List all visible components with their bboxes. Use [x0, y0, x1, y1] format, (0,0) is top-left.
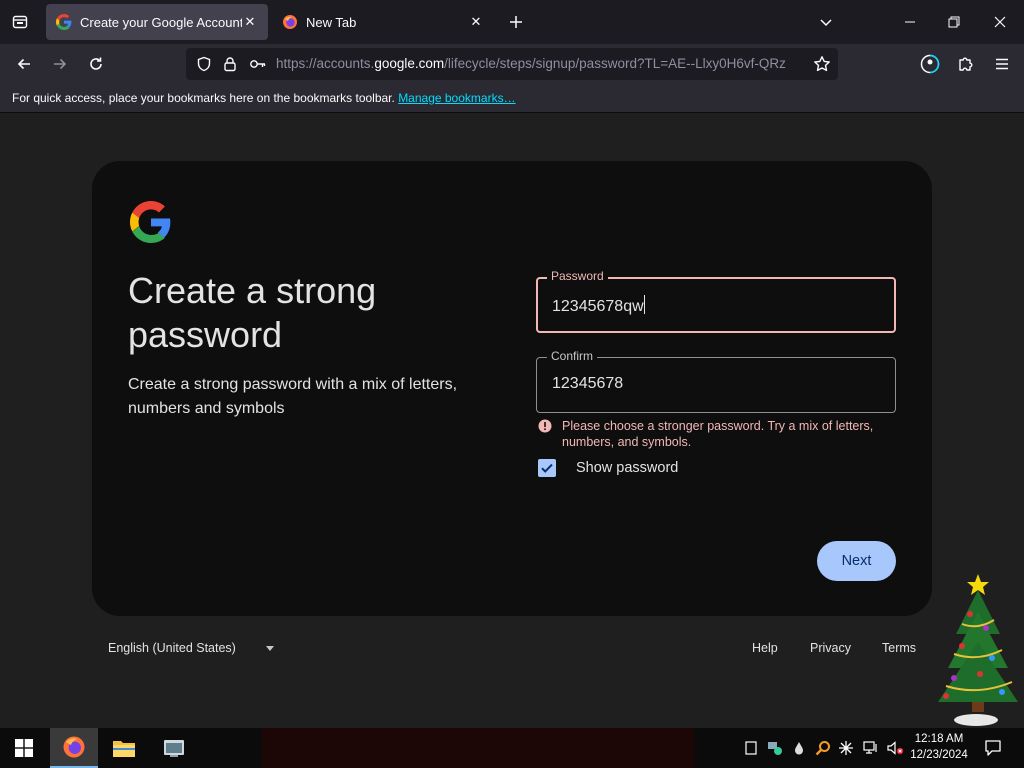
- plus-icon: [510, 16, 522, 28]
- taskbar-background: [262, 728, 694, 768]
- checkmark-icon: [541, 463, 553, 473]
- google-favicon-icon: [56, 14, 72, 30]
- firefox-view-button[interactable]: [6, 8, 34, 36]
- page-content: Create a strong password Create a strong…: [0, 113, 1024, 728]
- page-subtitle: Create a strong password with a mix of l…: [128, 376, 458, 417]
- taskbar-firefox[interactable]: [50, 728, 98, 768]
- password-input[interactable]: 12345678qw: [552, 295, 645, 316]
- notification-icon: [985, 740, 1001, 756]
- tab-title: Create your Google Account: [80, 14, 242, 30]
- url-path: /lifecycle/steps/signup/password?TL=AE--…: [444, 56, 786, 71]
- password-value: 12345678qw: [552, 298, 644, 315]
- language-label: English (United States): [108, 641, 236, 655]
- arrow-right-icon: [54, 58, 67, 70]
- lock-icon[interactable]: [220, 54, 240, 74]
- close-tab-icon[interactable]: ✕: [468, 14, 484, 30]
- firefox-view-icon: [12, 15, 28, 29]
- password-label: Password: [547, 269, 608, 283]
- bookmark-star-icon[interactable]: [812, 54, 832, 74]
- confirm-password-field[interactable]: Confirm 12345678: [536, 349, 896, 413]
- close-tab-icon[interactable]: ✕: [242, 14, 258, 30]
- tab-new-tab[interactable]: New Tab ✕: [272, 4, 494, 40]
- navigation-toolbar: https://accounts.google.com/lifecycle/st…: [0, 44, 1024, 84]
- clock-time: 12:18 AM: [914, 733, 964, 745]
- restore-button[interactable]: [934, 6, 974, 38]
- url-host: google.com: [374, 56, 445, 71]
- taskbar-clock[interactable]: 12:18 AM 12/23/2024: [906, 731, 972, 763]
- bookmarks-hint: For quick access, place your bookmarks h…: [12, 91, 399, 105]
- privacy-link[interactable]: Privacy: [810, 641, 851, 655]
- minimize-button[interactable]: [890, 6, 930, 38]
- error-text: Please choose a stronger password. Try a…: [562, 419, 874, 449]
- help-link[interactable]: Help: [752, 641, 778, 655]
- next-button[interactable]: Next: [817, 541, 896, 581]
- confirm-label: Confirm: [547, 349, 598, 363]
- terms-link[interactable]: Terms: [882, 641, 916, 655]
- windows-logo-icon: [15, 739, 33, 757]
- forward-button[interactable]: [46, 50, 74, 78]
- error-icon: [538, 419, 552, 433]
- tray-droplet-icon[interactable]: [790, 728, 808, 768]
- key-icon[interactable]: [248, 54, 268, 74]
- close-window-button[interactable]: [980, 6, 1020, 38]
- taskbar-app[interactable]: [150, 728, 198, 768]
- page-footer: English (United States) Help Privacy Ter…: [92, 633, 932, 663]
- tab-google-account[interactable]: Create your Google Account ✕: [46, 4, 268, 40]
- app-window-icon: [164, 740, 184, 757]
- taskbar-file-explorer[interactable]: [100, 728, 148, 768]
- manage-bookmarks-link[interactable]: Manage bookmarks…: [398, 91, 515, 105]
- show-password-toggle[interactable]: Show password: [538, 459, 678, 477]
- signup-card: Create a strong password Create a strong…: [92, 161, 932, 616]
- clock-date: 12/23/2024: [910, 749, 968, 761]
- chevron-down-icon: [820, 19, 832, 27]
- password-error-message: Please choose a stronger password. Try a…: [536, 418, 896, 450]
- url-text[interactable]: https://accounts.google.com/lifecycle/st…: [276, 56, 800, 74]
- dropdown-arrow-icon: [265, 645, 274, 651]
- back-button[interactable]: [10, 50, 38, 78]
- list-all-tabs-button[interactable]: [812, 8, 840, 36]
- close-icon: [994, 16, 1006, 28]
- show-password-checkbox[interactable]: [538, 459, 556, 477]
- windows-taskbar: 12:18 AM 12/23/2024: [0, 728, 1024, 768]
- minimize-icon: [905, 21, 915, 23]
- tray-asterisk-icon[interactable]: [836, 728, 856, 768]
- tray-search-icon[interactable]: [812, 728, 834, 768]
- hamburger-menu-icon: [996, 58, 1008, 70]
- new-tab-button[interactable]: [502, 8, 530, 36]
- address-bar[interactable]: https://accounts.google.com/lifecycle/st…: [186, 48, 838, 80]
- show-password-label: Show password: [576, 460, 679, 476]
- arrow-left-icon: [17, 58, 30, 70]
- tray-network-status-icon[interactable]: [860, 728, 882, 768]
- bookmarks-toolbar: For quick access, place your bookmarks h…: [0, 84, 1024, 113]
- page-title: Create a strong password: [128, 270, 377, 355]
- puzzle-icon: [959, 57, 973, 71]
- reload-button[interactable]: [82, 50, 110, 78]
- password-field[interactable]: Password 12345678qw: [536, 269, 896, 333]
- reload-icon: [90, 57, 102, 70]
- action-center-button[interactable]: [978, 728, 1008, 768]
- confirm-input[interactable]: 12345678: [552, 375, 623, 393]
- google-logo-icon: [130, 201, 171, 243]
- tab-title: New Tab: [306, 14, 357, 30]
- account-button[interactable]: [916, 50, 944, 78]
- shield-icon[interactable]: [194, 54, 214, 74]
- extensions-button[interactable]: [952, 50, 980, 78]
- folder-icon: [113, 741, 135, 757]
- start-button[interactable]: [0, 728, 48, 768]
- restore-icon: [948, 16, 960, 28]
- app-menu-button[interactable]: [988, 50, 1016, 78]
- christmas-tree-icon: [938, 574, 1018, 726]
- firefox-account-icon: [920, 54, 940, 74]
- language-selector[interactable]: English (United States): [108, 641, 274, 655]
- tab-bar: Create your Google Account ✕ New Tab ✕: [0, 0, 1024, 44]
- firefox-icon: [63, 736, 85, 758]
- firefox-favicon-icon: [283, 15, 297, 29]
- tray-notification-icon[interactable]: [742, 728, 760, 768]
- url-prefix: https://accounts.: [276, 56, 375, 71]
- tray-network-icon[interactable]: [764, 728, 786, 768]
- tray-volume-muted-icon[interactable]: [884, 728, 906, 768]
- text-caret: [643, 295, 645, 314]
